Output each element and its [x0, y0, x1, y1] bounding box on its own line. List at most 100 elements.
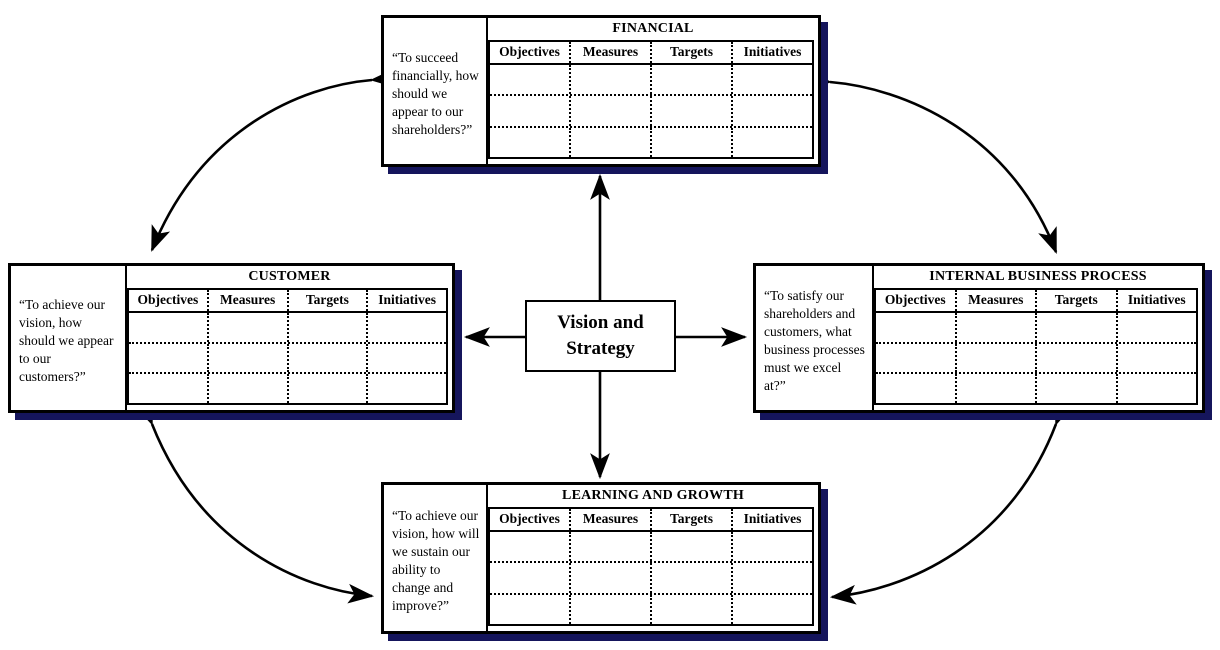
column-header-initiatives: Initiatives: [1127, 292, 1186, 307]
table-cell[interactable]: [209, 313, 289, 342]
table-cell[interactable]: [571, 127, 652, 157]
table-cell[interactable]: [652, 65, 733, 95]
table-cell[interactable]: [571, 65, 652, 95]
table-cell[interactable]: [652, 532, 733, 562]
column-header-objectives: Objectives: [490, 42, 571, 63]
table-cell[interactable]: [652, 96, 733, 126]
table-cell[interactable]: [652, 594, 733, 624]
table-cell[interactable]: [957, 343, 1037, 373]
table-cell[interactable]: [876, 343, 957, 373]
table-cell[interactable]: [368, 374, 446, 403]
vision-and-strategy-box: Vision and Strategy: [525, 300, 676, 372]
arrow-financial-customer: [150, 68, 397, 252]
column-header-targets: Targets: [289, 290, 369, 311]
table-row: [490, 532, 812, 564]
table-cell[interactable]: [490, 127, 571, 157]
column-header-targets: Targets: [652, 509, 733, 530]
perspective-body-learning-and-growth: LEARNING AND GROWTH Objectives Measures …: [488, 485, 818, 631]
perspective-card-internal-business-process: “To satisfy our shareholders and custome…: [753, 263, 1205, 413]
table-body: [129, 313, 446, 404]
table-row: [876, 313, 1196, 344]
perspective-body-financial: FINANCIAL Objectives Measures Targets In…: [488, 18, 818, 164]
table-row: [876, 374, 1197, 404]
table-cell[interactable]: [733, 65, 812, 94]
column-header-measures: Measures: [209, 290, 289, 311]
table-cell[interactable]: [876, 313, 957, 342]
table-row: [490, 563, 812, 595]
table-header-row: Objectives Measures Targets Initiatives: [129, 290, 446, 313]
table-cell[interactable]: [957, 374, 1037, 404]
table-cell[interactable]: [876, 374, 957, 404]
question-text: “To achieve our vision, how should we ap…: [19, 297, 114, 384]
table-cell[interactable]: [490, 65, 571, 95]
perspective-title-financial: FINANCIAL: [612, 21, 694, 36]
table-cell[interactable]: [733, 128, 812, 157]
table-cell[interactable]: [733, 96, 812, 125]
table-cell[interactable]: [289, 343, 369, 373]
perspective-title-learning-and-growth: LEARNING AND GROWTH: [562, 488, 744, 503]
table-row: [129, 374, 446, 404]
perspective-question-customer: “To achieve our vision, how should we ap…: [11, 266, 127, 410]
table-cell[interactable]: [957, 313, 1037, 342]
perspective-question-financial: “To succeed financially, how should we a…: [384, 18, 488, 164]
table-cell[interactable]: [652, 563, 733, 593]
table-cell[interactable]: [1118, 374, 1197, 403]
table-cell[interactable]: [571, 594, 652, 624]
table-cell[interactable]: [368, 313, 446, 342]
table-row: [490, 127, 812, 157]
scorecard-table-customer: Objectives Measures Targets Initiatives: [127, 288, 448, 405]
column-header-measures: Measures: [571, 42, 652, 63]
table-cell[interactable]: [733, 532, 812, 561]
perspective-card-learning-and-growth: “To achieve our vision, how will we sust…: [381, 482, 821, 634]
table-cell[interactable]: [733, 563, 812, 592]
table-cell[interactable]: [129, 313, 209, 342]
perspective-card-customer: “To achieve our vision, how should we ap…: [8, 263, 455, 413]
question-text: “To satisfy our shareholders and custome…: [764, 288, 865, 393]
table-header-row: Objectives Measures Targets Initiatives: [876, 290, 1196, 313]
table-cell[interactable]: [368, 344, 446, 373]
column-header-initiatives: Initiatives: [378, 292, 436, 307]
perspective-title-customer: CUSTOMER: [248, 269, 331, 284]
scorecard-table-learning-and-growth: Objectives Measures Targets Initiatives: [488, 507, 814, 626]
table-row: [490, 96, 812, 128]
table-header-row: Objectives Measures Targets Initiatives: [490, 42, 812, 65]
table-cell[interactable]: [289, 313, 369, 342]
table-cell[interactable]: [209, 343, 289, 373]
table-cell[interactable]: [571, 532, 652, 562]
column-header-objectives: Objectives: [876, 290, 957, 311]
vision-and-strategy-label: Vision and Strategy: [557, 312, 644, 359]
table-cell[interactable]: [209, 374, 289, 404]
table-cell[interactable]: [490, 532, 571, 562]
column-header-objectives: Objectives: [490, 509, 571, 530]
balanced-scorecard-diagram: “To succeed financially, how should we a…: [0, 0, 1220, 650]
table-cell[interactable]: [571, 563, 652, 593]
table-body: [490, 532, 812, 624]
column-header-targets: Targets: [652, 42, 733, 63]
table-cell[interactable]: [1118, 344, 1197, 373]
perspective-body-customer: CUSTOMER Objectives Measures Targets Ini…: [127, 266, 452, 410]
table-cell[interactable]: [490, 563, 571, 593]
table-row: [490, 65, 812, 97]
table-cell[interactable]: [129, 374, 209, 404]
perspective-question-internal-business-process: “To satisfy our shareholders and custome…: [756, 266, 874, 410]
table-cell[interactable]: [1118, 313, 1197, 342]
table-cell[interactable]: [1037, 343, 1118, 373]
table-cell[interactable]: [1037, 313, 1118, 342]
column-header-initiatives: Initiatives: [743, 44, 802, 59]
table-cell[interactable]: [571, 96, 652, 126]
arrow-customer-learning: [133, 398, 375, 604]
table-cell[interactable]: [733, 595, 812, 624]
table-body: [490, 65, 812, 157]
table-cell[interactable]: [490, 594, 571, 624]
table-row: [129, 313, 446, 344]
table-cell[interactable]: [1037, 374, 1118, 404]
arrow-internal-learning: [829, 398, 1074, 605]
column-header-initiatives: Initiatives: [743, 511, 802, 526]
column-header-objectives: Objectives: [129, 290, 209, 311]
table-cell[interactable]: [129, 343, 209, 373]
table-cell[interactable]: [490, 96, 571, 126]
perspective-title-internal-business-process: INTERNAL BUSINESS PROCESS: [929, 269, 1147, 284]
column-header-targets: Targets: [1037, 290, 1118, 311]
table-cell[interactable]: [289, 374, 369, 404]
table-cell[interactable]: [652, 127, 733, 157]
